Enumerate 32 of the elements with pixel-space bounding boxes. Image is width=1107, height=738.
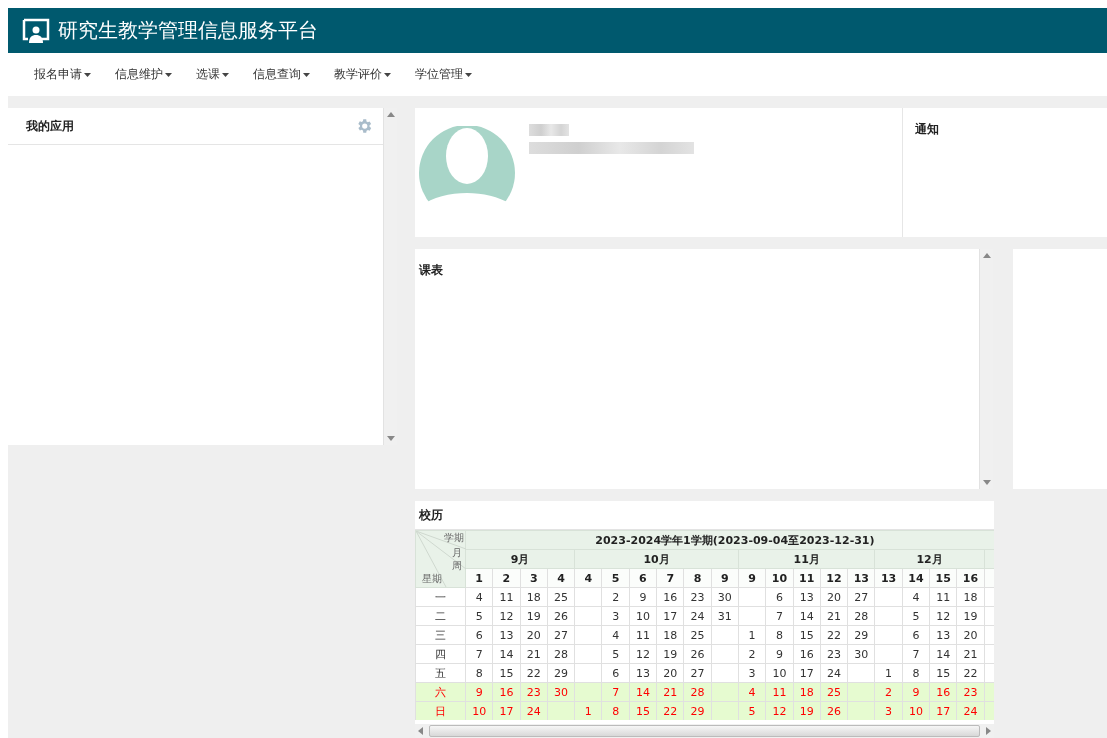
nav-menu[interactable]: 信息维护 xyxy=(115,66,172,83)
panel-title: 课表 xyxy=(419,263,443,277)
scroll-down-arrow-icon[interactable] xyxy=(982,480,991,485)
corner-label: 周 xyxy=(452,560,462,572)
caret-icon xyxy=(222,72,229,77)
caret-icon xyxy=(165,72,172,77)
scroll-left-arrow-icon[interactable] xyxy=(418,727,423,735)
scroll-up-arrow-icon[interactable] xyxy=(982,253,991,258)
nav-menu[interactable]: 教学评价 xyxy=(334,66,391,83)
panel-title: 我的应用 xyxy=(26,117,74,135)
caret-icon xyxy=(84,72,91,77)
corner-label: 星期 xyxy=(422,573,442,585)
caret-icon xyxy=(465,72,472,77)
scroll-up-arrow-icon[interactable] xyxy=(386,112,395,117)
redacted-name xyxy=(529,124,569,136)
corner-label: 月 xyxy=(452,547,462,559)
logo-icon xyxy=(20,17,50,44)
caret-icon xyxy=(384,72,391,77)
term-header: 2023-2024学年1学期(2023-09-04至2023-12-31) xyxy=(465,530,994,550)
corner-label: 学期 xyxy=(444,532,464,544)
scroll-thumb[interactable] xyxy=(429,725,980,737)
nav-menu[interactable]: 学位管理 xyxy=(415,66,472,83)
platform-title: 研究生教学管理信息服务平台 xyxy=(58,17,318,44)
scroll-down-arrow-icon[interactable] xyxy=(386,436,395,441)
panel-title: 通知 xyxy=(915,122,939,136)
nav-menu[interactable]: 报名申请 xyxy=(34,66,91,83)
nav-menu[interactable]: 选课 xyxy=(196,66,229,83)
nav-menu[interactable]: 信息查询 xyxy=(253,66,310,83)
avatar-icon xyxy=(419,126,515,206)
scroll-right-arrow-icon[interactable] xyxy=(986,727,991,735)
panel-title: 校历 xyxy=(419,506,443,524)
caret-icon xyxy=(303,72,310,77)
